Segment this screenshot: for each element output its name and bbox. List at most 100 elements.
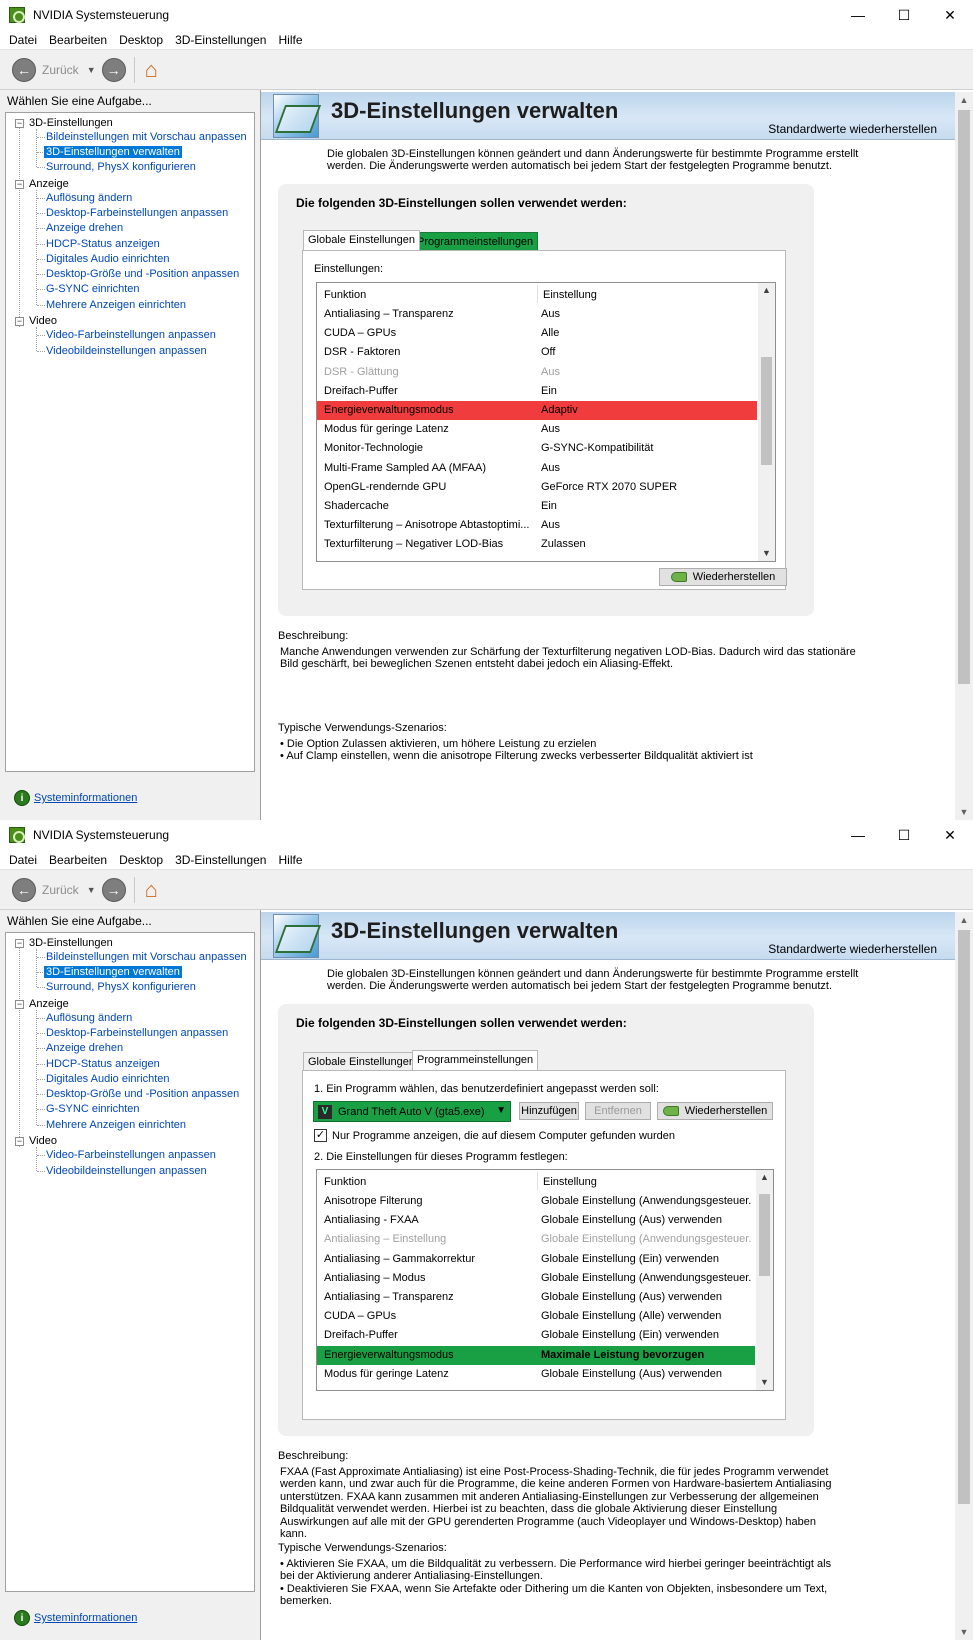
table-row[interactable]: Antialiasing - FXAA Globale Einstellung (… <box>317 1211 755 1230</box>
tree-group-video[interactable]: Video <box>29 315 57 327</box>
table-row[interactable]: Dreifach-Puffer Ein <box>317 382 757 401</box>
scroll-up-icon[interactable]: ▲ <box>758 283 775 298</box>
forward-arrow-icon[interactable]: → <box>101 877 126 902</box>
col-setting-header[interactable]: Einstellung <box>543 1176 597 1188</box>
collapse-icon[interactable]: − <box>15 317 24 326</box>
col-function-header[interactable]: Funktion <box>324 1176 366 1188</box>
restore-button[interactable]: Wiederherstellen <box>657 1102 773 1120</box>
back-label[interactable]: Zurück <box>42 63 79 77</box>
back-label[interactable]: Zurück <box>42 883 79 897</box>
minimize-button[interactable]: — <box>835 820 881 850</box>
table-row[interactable]: Texturfilterung – Negativer LOD-Bias Zula… <box>317 535 757 554</box>
table-row[interactable]: Multi-Frame Sampled AA (MFAA) Aus <box>317 459 757 478</box>
collapse-icon[interactable]: − <box>15 939 24 948</box>
table-row[interactable]: Energieverwaltungsmodus Maximale Leistung… <box>317 1345 755 1365</box>
menu-datei[interactable]: Datei <box>3 853 43 867</box>
checkbox-checked-icon[interactable]: ✓ <box>314 1129 327 1142</box>
table-row[interactable]: Shadercache Ein <box>317 497 757 516</box>
scroll-up-icon[interactable]: ▲ <box>955 912 973 928</box>
scroll-down-icon[interactable]: ▼ <box>955 1624 973 1640</box>
table-row[interactable]: DSR - Faktoren Off <box>317 343 757 362</box>
page-scrollbar[interactable]: ▲ ▼ <box>955 912 973 1640</box>
tree-item-videobild[interactable]: Videobildeinstellungen anpassen <box>46 345 207 357</box>
history-dropdown-icon[interactable]: ▼ <box>87 65 96 75</box>
tree-item-3d-einstellungen-verwalten[interactable]: 3D-Einstellungen verwalten <box>44 146 182 158</box>
scroll-up-icon[interactable]: ▲ <box>756 1170 773 1185</box>
menu-3d-einstellungen[interactable]: 3D-Einstellungen <box>169 853 272 867</box>
table-row[interactable]: Anisotrope Filterung Globale Einstellung … <box>317 1192 755 1211</box>
close-button[interactable]: ✕ <box>927 820 973 850</box>
tree-item-desktop-farbe[interactable]: Desktop-Farbeinstellungen anpassen <box>46 207 228 219</box>
menu-3d-einstellungen[interactable]: 3D-Einstellungen <box>169 33 272 47</box>
table-row[interactable]: CUDA – GPUs Globale Einstellung (Alle) ve… <box>317 1307 755 1326</box>
back-arrow-icon[interactable]: ← <box>12 57 36 82</box>
tree-item-gsync[interactable]: G-SYNC einrichten <box>46 1103 140 1115</box>
tree-group-anzeige[interactable]: Anzeige <box>29 998 69 1010</box>
tab-program-settings[interactable]: Programmeinstellungen <box>412 1050 539 1070</box>
show-found-programs-checkbox[interactable]: ✓ Nur Programme anzeigen, die auf diesem… <box>314 1129 675 1142</box>
history-dropdown-icon[interactable]: ▼ <box>87 885 96 895</box>
system-information-label[interactable]: Systeminformationen <box>34 792 137 804</box>
scroll-down-icon[interactable]: ▼ <box>758 546 775 561</box>
menu-hilfe[interactable]: Hilfe <box>272 853 308 867</box>
tree-item-desktop-farbe[interactable]: Desktop-Farbeinstellungen anpassen <box>46 1027 228 1039</box>
tree-item-video-farbe[interactable]: Video-Farbeinstellungen anpassen <box>46 1149 216 1161</box>
scroll-thumb[interactable] <box>958 930 970 1504</box>
system-information-link[interactable]: i Systeminformationen <box>14 790 137 806</box>
table-row[interactable]: Antialiasing – Transparenz Globale Einste… <box>317 1288 755 1307</box>
menu-desktop[interactable]: Desktop <box>113 853 169 867</box>
scroll-thumb[interactable] <box>958 110 970 684</box>
table-row[interactable]: Energieverwaltungsmodus Adaptiv <box>317 401 757 420</box>
table-row[interactable]: CUDA – GPUs Alle <box>317 324 757 343</box>
forward-arrow-icon[interactable]: → <box>101 57 126 82</box>
home-icon[interactable]: ⌂ <box>145 877 158 902</box>
tree-group-anzeige[interactable]: Anzeige <box>29 178 69 190</box>
menu-datei[interactable]: Datei <box>3 33 43 47</box>
maximize-button[interactable]: ☐ <box>881 820 927 850</box>
scroll-down-icon[interactable]: ▼ <box>955 804 973 820</box>
tree-item-desktop-groesse[interactable]: Desktop-Größe und -Position anpassen <box>46 268 239 280</box>
collapse-icon[interactable]: − <box>15 1137 24 1146</box>
table-row[interactable]: Antialiasing – Transparenz Aus <box>317 305 757 324</box>
tree-item-video-farbe[interactable]: Video-Farbeinstellungen anpassen <box>46 329 216 341</box>
tree-item-digitales-audio[interactable]: Digitales Audio einrichten <box>46 253 170 265</box>
title-bar[interactable]: NVIDIA Systemsteuerung — ☐ ✕ <box>0 820 973 850</box>
tree-item-aufloesung[interactable]: Auflösung ändern <box>46 1012 132 1024</box>
tree-item-mehrere-anzeigen[interactable]: Mehrere Anzeigen einrichten <box>46 1119 186 1131</box>
tree-item-aufloesung[interactable]: Auflösung ändern <box>46 192 132 204</box>
title-bar[interactable]: NVIDIA Systemsteuerung — ☐ ✕ <box>0 0 973 30</box>
restore-button[interactable]: Wiederherstellen <box>659 568 787 586</box>
tab-global-settings[interactable]: Globale Einstellungen <box>303 230 421 250</box>
collapse-icon[interactable]: − <box>15 180 24 189</box>
tree-item-bildeinstellungen[interactable]: Bildeinstellungen mit Vorschau anpassen <box>46 951 247 963</box>
close-button[interactable]: ✕ <box>927 0 973 30</box>
tree-item-surround-physx[interactable]: Surround, PhysX konfigurieren <box>46 161 196 173</box>
table-row[interactable]: Modus für geringe Latenz Aus <box>317 420 757 439</box>
table-row[interactable]: Antialiasing – Einstellung Globale Einste… <box>317 1230 755 1249</box>
scroll-down-icon[interactable]: ▼ <box>756 1375 773 1390</box>
table-row[interactable]: DSR - Glättung Aus <box>317 363 757 382</box>
table-row[interactable]: Dreifach-Puffer Globale Einstellung (Ein)… <box>317 1326 755 1345</box>
collapse-icon[interactable]: − <box>15 1000 24 1009</box>
tree-item-videobild[interactable]: Videobildeinstellungen anpassen <box>46 1165 207 1177</box>
page-scrollbar[interactable]: ▲ ▼ <box>955 92 973 820</box>
list-scrollbar[interactable]: ▲ ▼ <box>758 283 775 561</box>
table-row[interactable]: Texturfilterung – Anisotrope Abtastoptim… <box>317 516 757 535</box>
restore-defaults-link[interactable]: Standardwerte wiederherstellen <box>768 122 937 136</box>
remove-button[interactable]: Entfernen <box>585 1102 651 1120</box>
tree-item-anzeige-drehen[interactable]: Anzeige drehen <box>46 222 123 234</box>
table-row[interactable]: Modus für geringe Latenz Globale Einstell… <box>317 1365 755 1384</box>
tree-group-video[interactable]: Video <box>29 1135 57 1147</box>
restore-defaults-link[interactable]: Standardwerte wiederherstellen <box>768 942 937 956</box>
add-button[interactable]: Hinzufügen <box>519 1102 579 1120</box>
maximize-button[interactable]: ☐ <box>881 0 927 30</box>
home-icon[interactable]: ⌂ <box>145 57 158 82</box>
program-select[interactable]: V Grand Theft Auto V (gta5.exe) ▼ <box>313 1101 511 1122</box>
col-setting-header[interactable]: Einstellung <box>543 289 597 301</box>
tree-group-3d[interactable]: 3D-Einstellungen <box>29 117 113 129</box>
col-function-header[interactable]: Funktion <box>324 289 366 301</box>
table-row[interactable]: Monitor-Technologie G-SYNC-Kompatibilität <box>317 439 757 458</box>
scroll-thumb[interactable] <box>759 1194 770 1276</box>
tree-item-gsync[interactable]: G-SYNC einrichten <box>46 283 140 295</box>
tree-item-bildeinstellungen[interactable]: Bildeinstellungen mit Vorschau anpassen <box>46 131 247 143</box>
